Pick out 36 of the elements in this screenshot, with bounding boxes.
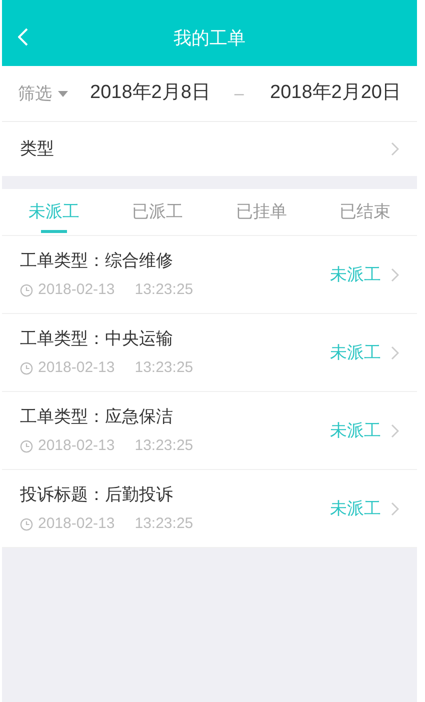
order-title: 工单类型：应急保洁 xyxy=(20,406,174,428)
order-title: 投诉标题：后勤投诉 xyxy=(20,484,174,506)
clock-icon xyxy=(20,518,33,531)
order-status: 未派工 xyxy=(330,264,381,286)
date-separator: – xyxy=(234,82,244,105)
chevron-right-icon xyxy=(391,346,399,360)
order-time: 13:23:25 xyxy=(134,280,194,300)
clock-icon xyxy=(20,362,33,375)
caret-down-icon xyxy=(58,90,68,96)
order-title: 工单类型：中央运输 xyxy=(20,328,174,350)
order-item[interactable]: 投诉标题：后勤投诉 2018-02-13 13:23:25 未派工 xyxy=(2,470,417,548)
page-title: 我的工单 xyxy=(174,27,246,50)
order-date: 2018-02-13 xyxy=(38,280,115,300)
order-status: 未派工 xyxy=(330,420,381,442)
end-date[interactable]: 2018年2月20日 xyxy=(270,79,401,108)
chevron-right-icon xyxy=(391,424,399,438)
clock-icon xyxy=(20,284,33,297)
order-item[interactable]: 工单类型：综合维修 2018-02-13 13:23:25 未派工 xyxy=(2,236,417,314)
order-time: 13:23:25 xyxy=(134,436,194,456)
start-date[interactable]: 2018年2月8日 xyxy=(90,79,210,108)
order-date: 2018-02-13 xyxy=(38,358,115,378)
chevron-right-icon xyxy=(391,142,399,156)
type-row[interactable]: 类型 xyxy=(2,122,417,176)
order-status: 未派工 xyxy=(330,498,381,520)
chevron-right-icon xyxy=(391,502,399,516)
order-date: 2018-02-13 xyxy=(38,514,115,534)
order-status: 未派工 xyxy=(330,342,381,364)
order-title: 工单类型：综合维修 xyxy=(20,250,174,272)
chevron-right-icon xyxy=(391,268,399,282)
order-time: 13:23:25 xyxy=(134,358,194,378)
order-item[interactable]: 工单类型：中央运输 2018-02-13 13:23:25 未派工 xyxy=(2,314,417,392)
order-date: 2018-02-13 xyxy=(38,436,115,456)
back-icon xyxy=(18,28,28,46)
clock-icon xyxy=(20,440,33,453)
order-item[interactable]: 工单类型：应急保洁 2018-02-13 13:23:25 未派工 xyxy=(2,392,417,470)
order-time: 13:23:25 xyxy=(134,514,194,534)
